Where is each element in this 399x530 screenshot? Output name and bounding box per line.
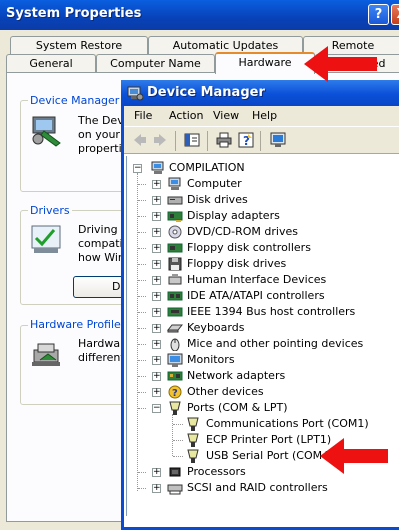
device-category-15[interactable]: Processors xyxy=(187,464,246,480)
tree-connector-line xyxy=(173,424,183,425)
device-category-16[interactable]: SCSI and RAID controllers xyxy=(187,480,328,496)
tree-connector-line xyxy=(173,440,183,441)
svg-text:?: ? xyxy=(172,388,178,399)
device-category-3[interactable]: DVD/CD-ROM drives xyxy=(187,224,298,240)
tree-connector-line xyxy=(138,408,146,409)
expand-toggle[interactable]: + xyxy=(152,292,161,301)
monitor-icon xyxy=(167,353,183,367)
expand-toggle[interactable]: + xyxy=(152,212,161,221)
tree-connector-line xyxy=(138,184,146,185)
device-category-1[interactable]: Disk drives xyxy=(187,192,248,208)
tree-connector-line xyxy=(137,173,138,491)
floppy-controller-icon xyxy=(167,241,183,255)
tree-connector-line xyxy=(173,456,183,457)
collapse-toggle[interactable]: − xyxy=(152,404,161,413)
tree-connector-line xyxy=(138,344,146,345)
expand-toggle[interactable]: + xyxy=(152,484,161,493)
tree-connector-line xyxy=(138,312,146,313)
ide-controller-icon xyxy=(167,289,183,303)
floppy-drive-icon xyxy=(167,257,183,271)
tree-connector-line xyxy=(138,200,146,201)
network-adapter-icon xyxy=(167,369,183,383)
device-category-7[interactable]: IDE ATA/ATAPI controllers xyxy=(187,288,325,304)
tree-connector-line xyxy=(172,414,173,456)
expand-toggle[interactable]: + xyxy=(152,356,161,365)
computer-icon xyxy=(150,161,166,175)
tree-connector-line xyxy=(138,248,146,249)
other-devices-icon: ? xyxy=(167,385,183,399)
tree-connector-line xyxy=(138,488,146,489)
device-category-5[interactable]: Floppy disk drives xyxy=(187,256,286,272)
expand-toggle[interactable]: + xyxy=(152,196,161,205)
tree-connector-line xyxy=(138,472,146,473)
hardware-tab-arrow xyxy=(304,46,377,82)
usb-serial-port-arrow xyxy=(320,438,388,474)
scsi-icon xyxy=(167,481,183,495)
expand-toggle[interactable]: + xyxy=(152,468,161,477)
port-icon xyxy=(167,401,183,415)
device-category-10[interactable]: Mice and other pointing devices xyxy=(187,336,363,352)
tree-connector-line xyxy=(138,360,146,361)
expand-toggle[interactable]: + xyxy=(152,260,161,269)
tree-connector-line xyxy=(138,232,146,233)
port-device-0[interactable]: Communications Port (COM1) xyxy=(206,416,369,432)
tree-connector-line xyxy=(138,280,146,281)
expand-toggle[interactable]: + xyxy=(152,308,161,317)
computer-icon xyxy=(167,177,183,191)
mouse-icon xyxy=(167,337,183,352)
port-icon xyxy=(185,417,201,431)
device-category-12[interactable]: Network adapters xyxy=(187,368,285,384)
port-icon xyxy=(185,433,201,447)
device-category-14[interactable]: Ports (COM & LPT) xyxy=(187,400,288,416)
collapse-toggle[interactable]: − xyxy=(133,164,142,173)
tree-connector-line xyxy=(138,392,146,393)
tree-root-label[interactable]: COMPILATION xyxy=(169,160,245,176)
dvd-drive-icon xyxy=(167,225,183,239)
expand-toggle[interactable]: + xyxy=(152,372,161,381)
device-category-4[interactable]: Floppy disk controllers xyxy=(187,240,311,256)
device-category-2[interactable]: Display adapters xyxy=(187,208,280,224)
tree-connector-line xyxy=(138,296,146,297)
port-icon xyxy=(185,449,201,463)
display-adapter-icon xyxy=(167,209,183,223)
device-category-9[interactable]: Keyboards xyxy=(187,320,244,336)
device-category-13[interactable]: Other devices xyxy=(187,384,264,400)
expand-toggle[interactable]: + xyxy=(152,276,161,285)
expand-toggle[interactable]: + xyxy=(152,180,161,189)
port-device-1[interactable]: ECP Printer Port (LPT1) xyxy=(206,432,331,448)
tree-connector-line xyxy=(138,376,146,377)
keyboard-icon xyxy=(166,321,184,335)
port-device-2[interactable]: USB Serial Port (COM4) xyxy=(206,448,333,464)
processor-icon xyxy=(167,465,183,479)
ieee1394-icon xyxy=(167,305,183,319)
expand-toggle[interactable]: + xyxy=(152,324,161,333)
device-category-6[interactable]: Human Interface Devices xyxy=(187,272,326,288)
device-category-0[interactable]: Computer xyxy=(187,176,242,192)
tree-connector-line xyxy=(138,264,146,265)
expand-toggle[interactable]: + xyxy=(152,388,161,397)
hid-icon xyxy=(167,273,183,287)
disk-drive-icon xyxy=(167,193,183,207)
expand-toggle[interactable]: + xyxy=(152,228,161,237)
tree-connector-line xyxy=(138,216,146,217)
device-category-11[interactable]: Monitors xyxy=(187,352,235,368)
device-category-8[interactable]: IEEE 1394 Bus host controllers xyxy=(187,304,355,320)
expand-toggle[interactable]: + xyxy=(152,244,161,253)
tree-connector-line xyxy=(138,328,146,329)
expand-toggle[interactable]: + xyxy=(152,340,161,349)
